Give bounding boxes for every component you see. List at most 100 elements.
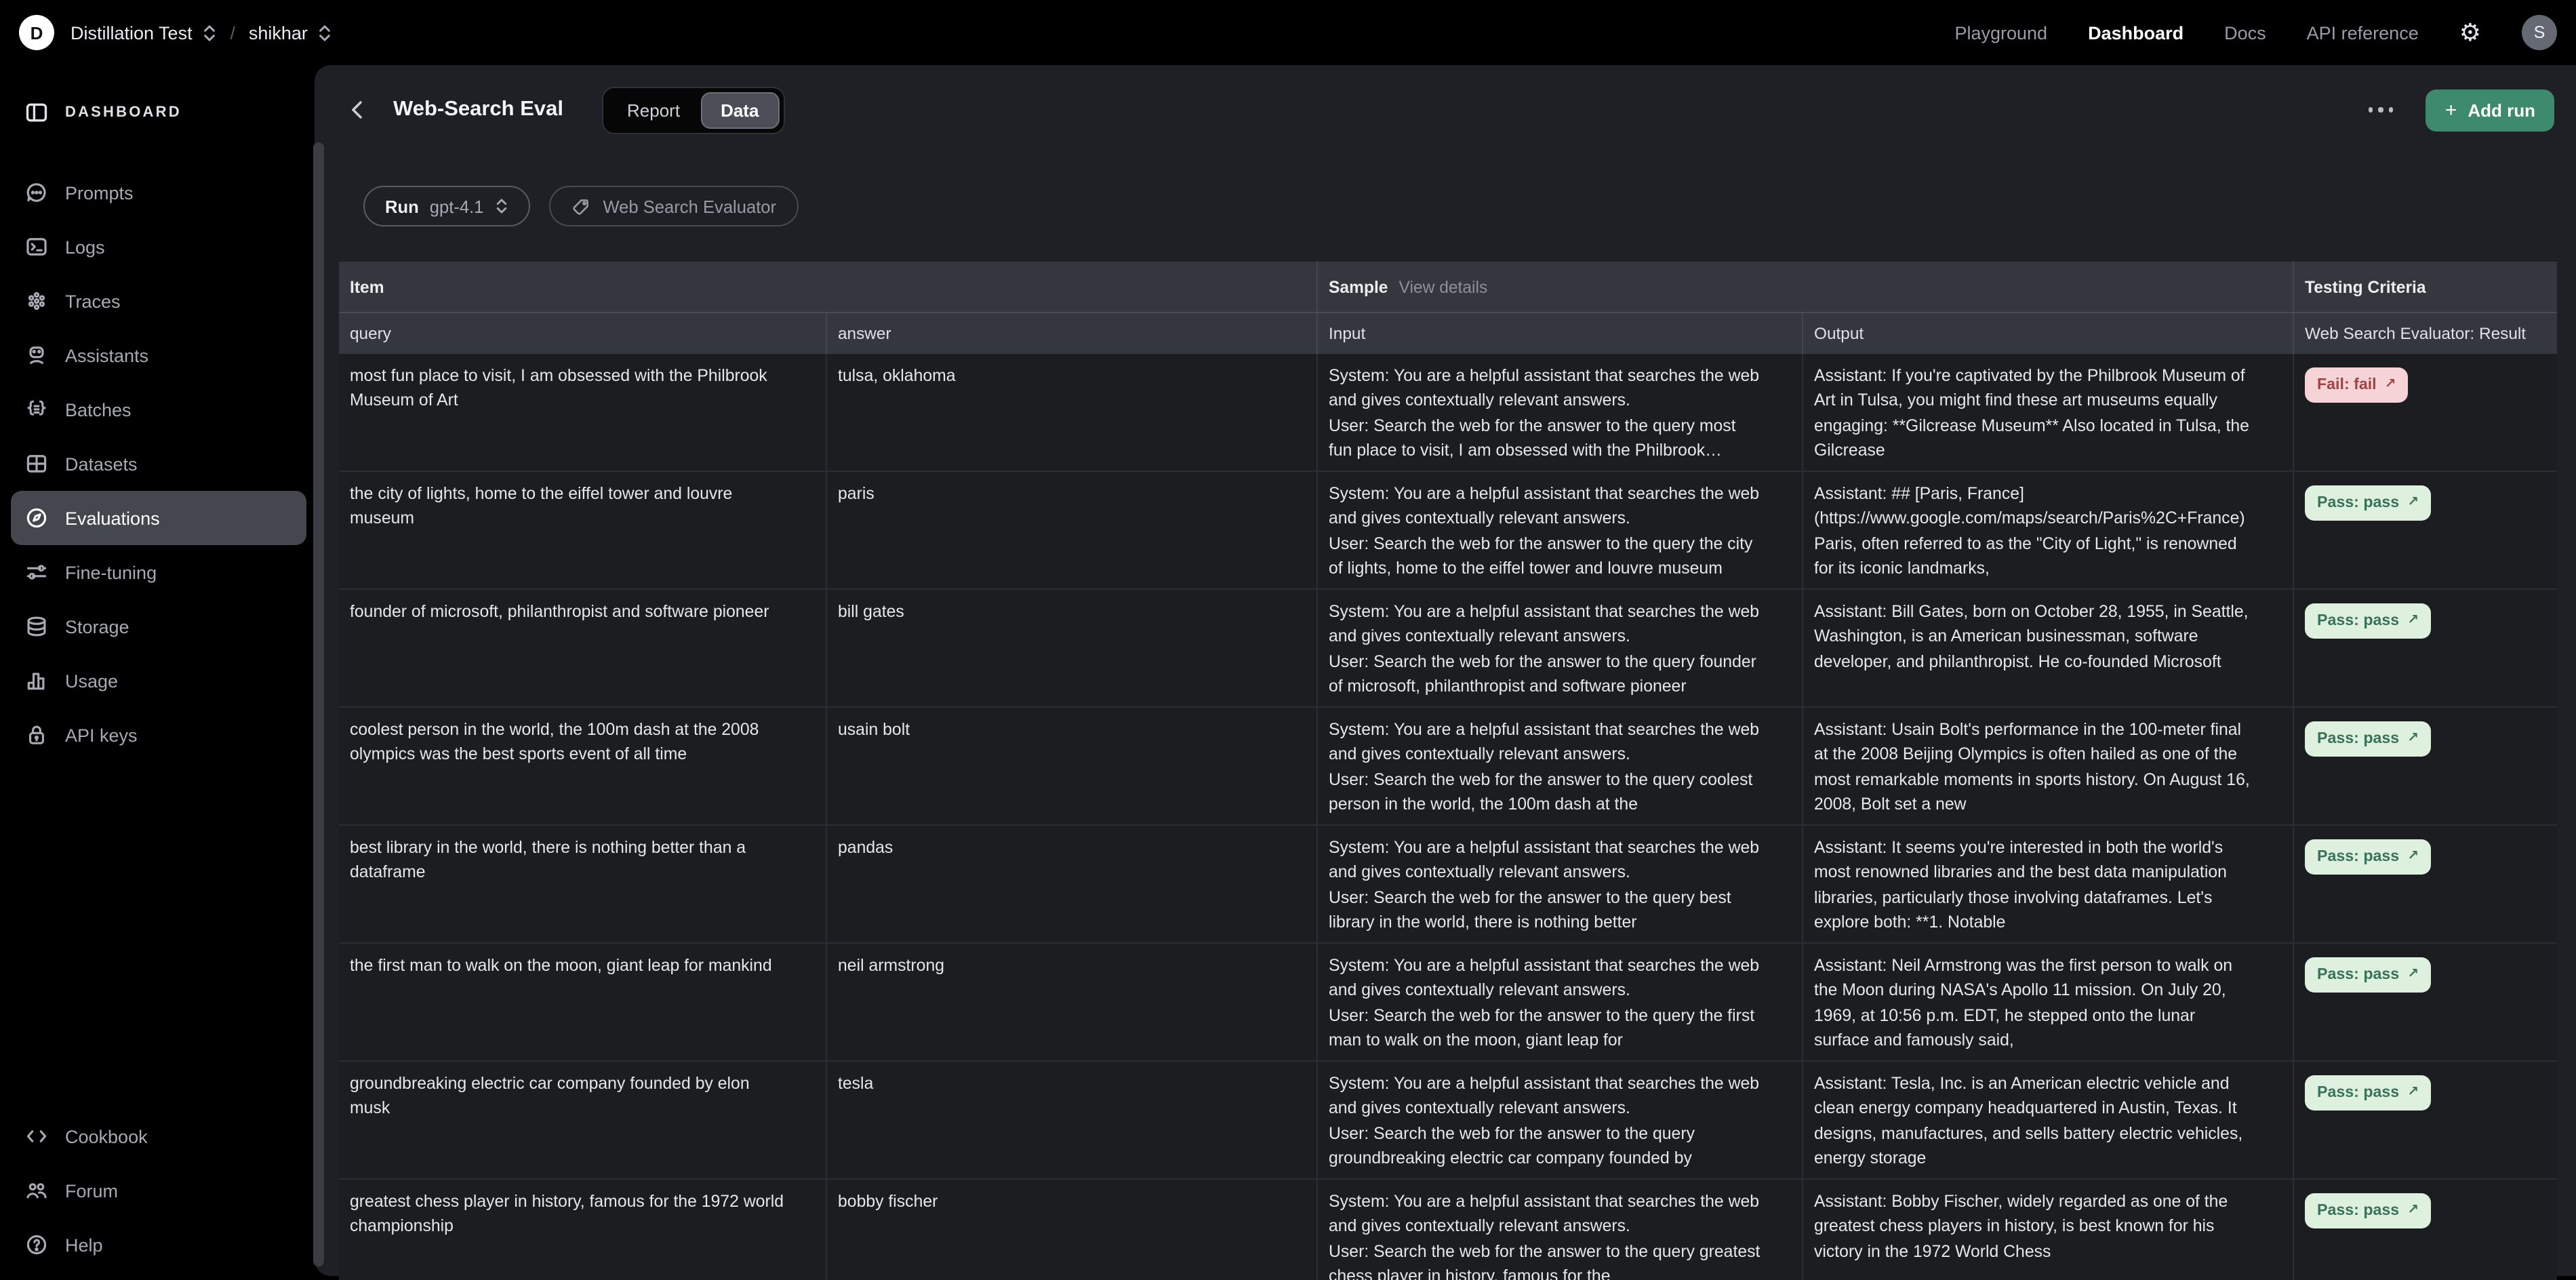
project-switcher[interactable]: shikhar [249, 22, 332, 43]
traces-icon [24, 289, 49, 313]
sidebar-item-forum[interactable]: Forum [11, 1163, 306, 1218]
nav-item-docs[interactable]: Docs [2224, 22, 2266, 43]
output-cell: Assistant: Bobby Fischer, widely regarde… [1803, 1180, 2294, 1280]
sidebar-item-traces[interactable]: Traces [11, 274, 306, 328]
query-cell: greatest chess player in history, famous… [339, 1180, 827, 1280]
sidebar-item-batches[interactable]: Batches [11, 382, 306, 437]
external-link-icon: ↗ [2385, 373, 2396, 398]
table-row[interactable]: the city of lights, home to the eiffel t… [339, 472, 2557, 590]
table-row[interactable]: groundbreaking electric car company foun… [339, 1062, 2557, 1180]
terminal-icon [24, 235, 49, 259]
nav-item-playground[interactable]: Playground [1954, 22, 2047, 43]
tag-icon [570, 196, 590, 216]
org-switcher[interactable]: Distillation Test [71, 22, 217, 43]
more-options-button[interactable] [2366, 100, 2396, 121]
back-button[interactable] [347, 99, 369, 121]
scrollbar-thumb[interactable] [313, 142, 324, 1266]
query-cell: founder of microsoft, philanthropist and… [339, 590, 827, 708]
table-row[interactable]: the first man to walk on the moon, giant… [339, 944, 2557, 1062]
query-cell: groundbreaking electric car company foun… [339, 1062, 827, 1180]
page-title: Web-Search Eval [393, 98, 563, 122]
tab-report[interactable]: Report [607, 92, 700, 128]
run-selector[interactable]: Run gpt-4.1 [363, 186, 529, 226]
run-toolbar: Run gpt-4.1 Web Search Evaluator [363, 186, 798, 226]
sidebar-item-label: Logs [65, 237, 105, 257]
user-avatar[interactable]: S [2522, 15, 2557, 50]
table-row[interactable]: coolest person in the world, the 100m da… [339, 708, 2557, 826]
input-cell: System: You are a helpful assistant that… [1318, 708, 1803, 826]
external-link-icon: ↗ [2407, 727, 2419, 752]
nav-item-api-reference[interactable]: API reference [2307, 22, 2419, 43]
sidebar-section-label: DASHBOARD [65, 104, 182, 121]
gear-icon[interactable]: ⚙ [2459, 20, 2481, 45]
query-cell: the city of lights, home to the eiffel t… [339, 472, 827, 590]
group-header-label: Item [350, 277, 384, 296]
table-row[interactable]: best library in the world, there is noth… [339, 826, 2557, 944]
sidebar-item-evaluations[interactable]: Evaluations [11, 491, 306, 545]
answer-cell: tulsa, oklahoma [827, 354, 1318, 472]
sidebar-item-assistants[interactable]: Assistants [11, 328, 306, 382]
sidebar-item-help[interactable]: Help [11, 1218, 306, 1272]
evaluator-filter[interactable]: Web Search Evaluator [548, 186, 798, 226]
column-header-output: Output [1803, 313, 2294, 354]
sidebar-item-label: Usage [65, 671, 118, 691]
table-row[interactable]: founder of microsoft, philanthropist and… [339, 590, 2557, 708]
query-cell: coolest person in the world, the 100m da… [339, 708, 827, 826]
top-nav: Playground Dashboard Docs API reference ⚙ S [1954, 15, 2557, 50]
result-badge[interactable]: Pass: pass↗ [2305, 721, 2431, 757]
sidebar-item-api-keys[interactable]: API keys [11, 708, 306, 762]
org-avatar[interactable]: D [19, 15, 54, 50]
column-header-input: Input [1318, 313, 1803, 354]
sidebar-item-label: Evaluations [65, 508, 160, 528]
sidebar-item-datasets[interactable]: Datasets [11, 437, 306, 491]
view-details-link[interactable]: View details [1399, 277, 1488, 296]
tab-data[interactable]: Data [700, 92, 779, 128]
table-row[interactable]: greatest chess player in history, famous… [339, 1180, 2557, 1280]
result-cell: Pass: pass↗ [2294, 826, 2557, 944]
sidebar-item-prompts[interactable]: Prompts [11, 165, 306, 220]
input-cell: System: You are a helpful assistant that… [1318, 1062, 1803, 1180]
sidebar-section-header: DASHBOARD [24, 100, 315, 125]
sidebar-item-label: Traces [65, 291, 121, 311]
result-cell: Fail: fail↗ [2294, 354, 2557, 472]
add-run-button[interactable]: + Add run [2426, 89, 2554, 131]
result-cell: Pass: pass↗ [2294, 1180, 2557, 1280]
result-cell: Pass: pass↗ [2294, 472, 2557, 590]
project-name: shikhar [249, 22, 308, 43]
answer-cell: neil armstrong [827, 944, 1318, 1062]
result-badge[interactable]: Pass: pass↗ [2305, 485, 2431, 521]
people-icon [24, 1178, 49, 1203]
table-row[interactable]: most fun place to visit, I am obsessed w… [339, 354, 2557, 472]
result-cell: Pass: pass↗ [2294, 944, 2557, 1062]
result-badge[interactable]: Fail: fail↗ [2305, 367, 2408, 403]
output-cell: Assistant: Bill Gates, born on October 2… [1803, 590, 2294, 708]
column-header-query: query [339, 313, 827, 354]
result-badge[interactable]: Pass: pass↗ [2305, 839, 2431, 875]
result-badge[interactable]: Pass: pass↗ [2305, 957, 2431, 993]
breadcrumb-separator: / [230, 22, 235, 43]
input-cell: System: You are a helpful assistant that… [1318, 1180, 1803, 1280]
braces-icon [24, 397, 49, 422]
external-link-icon: ↗ [2407, 1199, 2419, 1224]
input-cell: System: You are a helpful assistant that… [1318, 944, 1803, 1062]
bar-chart-icon [24, 668, 49, 693]
result-badge[interactable]: Pass: pass↗ [2305, 603, 2431, 639]
result-badge-label: Pass: pass [2317, 1081, 2399, 1106]
result-cell: Pass: pass↗ [2294, 1062, 2557, 1180]
output-cell: Assistant: It seems you're interested in… [1803, 826, 2294, 944]
add-run-label: Add run [2468, 100, 2535, 120]
sidebar-item-usage[interactable]: Usage [11, 654, 306, 708]
sidebar-item-label: Storage [65, 616, 129, 637]
group-header-sample: SampleView details [1318, 262, 2294, 312]
chevron-updown-icon [202, 22, 217, 43]
results-table: ItemSampleView detailsTesting Criteria q… [339, 262, 2557, 1280]
result-badge[interactable]: Pass: pass↗ [2305, 1075, 2431, 1111]
nav-item-dashboard[interactable]: Dashboard [2088, 22, 2183, 43]
result-badge[interactable]: Pass: pass↗ [2305, 1193, 2431, 1229]
external-link-icon: ↗ [2407, 963, 2419, 988]
sidebar-item-storage[interactable]: Storage [11, 599, 306, 654]
sidebar-item-cookbook[interactable]: Cookbook [11, 1109, 306, 1163]
sidebar-item-logs[interactable]: Logs [11, 220, 306, 274]
sidebar-item-fine-tuning[interactable]: Fine-tuning [11, 545, 306, 599]
sidebar-item-label: Batches [65, 399, 132, 420]
